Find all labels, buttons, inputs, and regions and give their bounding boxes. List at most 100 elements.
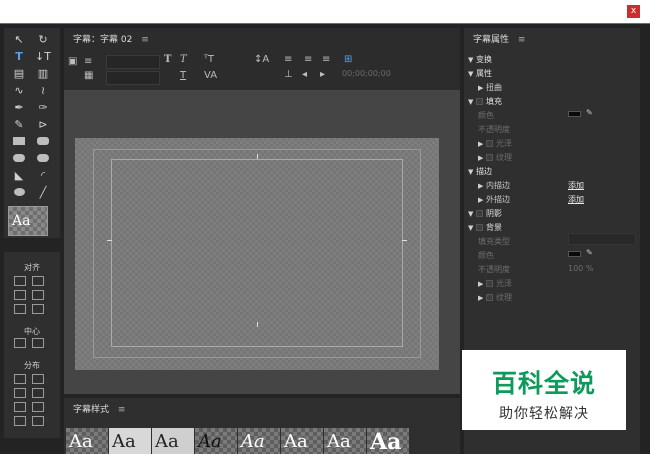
attributes-row[interactable]: ▼ 属性 (468, 68, 492, 79)
outer-stroke-row[interactable]: ▶ 外描边 (478, 194, 510, 205)
distribute-hspace-icon[interactable] (14, 416, 26, 426)
background-checkbox[interactable] (476, 224, 483, 231)
bg-eyedropper-icon[interactable]: ✎ (586, 248, 593, 257)
distribute-bottom-icon[interactable] (32, 402, 44, 412)
roll-crawl-icon[interactable]: ≡ (84, 56, 92, 67)
font-family-dropdown[interactable] (106, 55, 160, 69)
transform-row[interactable]: ▼ 变换 (468, 54, 492, 65)
rounded-rect-tool-icon[interactable] (32, 134, 54, 148)
arc-tool-icon[interactable]: ◜ (32, 168, 54, 182)
center-vertical-icon[interactable] (32, 338, 44, 348)
style-swatch[interactable]: Aa (66, 428, 108, 454)
inner-stroke-row[interactable]: ▶ 内描边 (478, 180, 510, 191)
center-horizontal-icon[interactable] (14, 338, 26, 348)
fill-color-swatch[interactable] (568, 111, 581, 117)
distribute-left-icon[interactable] (14, 374, 26, 384)
selection-tool-icon[interactable]: ↖ (8, 32, 30, 46)
title-canvas[interactable] (75, 138, 439, 370)
sheen-checkbox[interactable] (486, 140, 493, 147)
fill-type-dropdown[interactable] (568, 233, 636, 245)
leading-icon[interactable]: ↕A (254, 54, 269, 65)
pen-tool-icon[interactable]: ✒ (8, 100, 30, 114)
distort-row[interactable]: ▶ 扭曲 (478, 82, 502, 93)
new-title-icon[interactable]: ▣ (68, 56, 77, 67)
stroke-label: 描边 (476, 167, 492, 176)
editor-menu-icon[interactable]: ≡ (141, 35, 149, 45)
style-swatch[interactable]: Aa (367, 428, 409, 454)
align-left-text-icon[interactable]: ≡ (284, 54, 292, 65)
styles-menu-icon[interactable]: ≡ (118, 405, 126, 415)
rounded-corner-rect-tool-icon[interactable] (32, 151, 54, 165)
vertical-path-type-tool-icon[interactable]: ≀ (32, 83, 54, 97)
font-size-icon[interactable]: ᵀT (204, 54, 214, 65)
align-right-icon[interactable] (14, 304, 26, 314)
font-style-dropdown[interactable] (106, 71, 160, 85)
italic-icon[interactable]: T (180, 54, 187, 65)
vertical-type-tool-icon[interactable]: ↓T (32, 49, 54, 63)
area-type-tool-icon[interactable]: ▤ (8, 66, 30, 80)
distribute-vcenter-icon[interactable] (32, 388, 44, 398)
texture-checkbox[interactable] (486, 154, 493, 161)
distribute-top-icon[interactable] (32, 374, 44, 384)
eyedropper-icon[interactable]: ✎ (586, 108, 593, 117)
bg-texture-checkbox[interactable] (486, 294, 493, 301)
align-bottom-icon[interactable] (32, 304, 44, 314)
outer-stroke-add-link[interactable]: 添加 (568, 194, 584, 205)
kerning-icon[interactable]: VA (204, 70, 217, 81)
fill-checkbox[interactable] (476, 98, 483, 105)
align-left-icon[interactable] (14, 276, 26, 286)
properties-menu-icon[interactable]: ≡ (518, 35, 526, 45)
style-swatch[interactable]: Aa (152, 428, 194, 454)
style-swatch[interactable]: Aa (109, 428, 151, 454)
bg-color-swatch[interactable] (568, 251, 581, 257)
convert-anchor-tool-icon[interactable]: ⊳ (32, 117, 54, 131)
sheen-row[interactable]: ▶ 光泽 (478, 138, 512, 149)
align-hcenter-icon[interactable] (14, 290, 26, 300)
close-button[interactable]: x (627, 5, 640, 18)
align-center-text-icon[interactable]: ≡ (304, 54, 312, 65)
collapse-icon: ▼ (468, 168, 474, 176)
background-row[interactable]: ▼ 背景 (468, 222, 502, 233)
align-right-text-icon[interactable]: ≡ (322, 54, 330, 65)
bg-sheen-row[interactable]: ▶ 光泽 (478, 278, 512, 289)
shadow-row[interactable]: ▼ 阴影 (468, 208, 502, 219)
show-video-icon[interactable]: ⊞ (344, 54, 352, 65)
bg-texture-row[interactable]: ▶ 纹理 (478, 292, 512, 303)
shadow-checkbox[interactable] (476, 210, 483, 217)
prev-frame-icon[interactable]: ◂ (302, 69, 307, 80)
timecode[interactable]: 00;00;00;00 (342, 69, 391, 78)
type-tool-icon[interactable]: T (8, 49, 30, 63)
line-tool-icon[interactable]: ╱ (32, 185, 54, 199)
align-top-icon[interactable] (32, 276, 44, 286)
wedge-tool-icon[interactable]: ◣ (8, 168, 30, 182)
distribute-hcenter-icon[interactable] (14, 388, 26, 398)
inner-stroke-add-link[interactable]: 添加 (568, 180, 584, 191)
rotation-tool-icon[interactable]: ↻ (32, 32, 54, 46)
rectangle-tool-icon[interactable] (8, 134, 30, 148)
style-swatch[interactable]: Aa (195, 428, 237, 454)
add-anchor-tool-icon[interactable]: ✎ (8, 117, 30, 131)
path-type-tool-icon[interactable]: ∿ (8, 83, 30, 97)
vertical-area-type-tool-icon[interactable]: ▥ (32, 66, 54, 80)
fill-row[interactable]: ▼ 填充 (468, 96, 502, 107)
style-swatch[interactable]: Aa (238, 428, 280, 454)
attributes-label: 属性 (476, 69, 492, 78)
tab-stops-icon[interactable]: ⊥ (284, 69, 293, 80)
texture-row[interactable]: ▶ 纹理 (478, 152, 512, 163)
distribute-right-icon[interactable] (14, 402, 26, 412)
style-swatch[interactable]: Aa (324, 428, 366, 454)
distribute-vspace-icon[interactable] (32, 416, 44, 426)
templates-icon[interactable]: ▦ (84, 70, 93, 81)
align-vcenter-icon[interactable] (32, 290, 44, 300)
delete-anchor-tool-icon[interactable]: ✑ (32, 100, 54, 114)
style-swatch[interactable]: Aa (281, 428, 323, 454)
editor-header: 字幕：字幕 02 ≡ (64, 28, 460, 52)
next-frame-icon[interactable]: ▸ (320, 69, 325, 80)
bg-sheen-checkbox[interactable] (486, 280, 493, 287)
underline-icon[interactable]: T (180, 70, 186, 81)
bold-icon[interactable]: T (164, 54, 171, 65)
stroke-row[interactable]: ▼ 描边 (468, 166, 492, 177)
ellipse-tool-icon[interactable] (8, 185, 30, 199)
bg-opacity-value[interactable]: 100 % (568, 264, 593, 273)
clipped-rect-tool-icon[interactable] (8, 151, 30, 165)
